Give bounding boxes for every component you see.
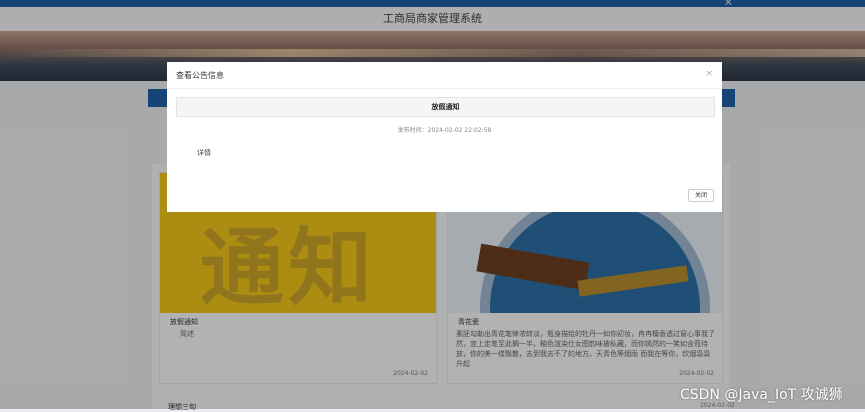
close-button[interactable]: 关闭 [688,189,714,202]
notice-detail: 详情 [197,149,211,157]
dialog-title: 查看公告信息 [176,71,224,80]
notice-title: 放假通知 [176,97,715,117]
close-icon[interactable]: × [705,69,713,79]
announcement-dialog: 查看公告信息 × 放假通知 发布时间：2024-02-02 22:02:58 详… [167,62,722,212]
watermark: CSDN @Java_IoT 攻诚狮 [680,387,843,403]
publish-time: 发布时间：2024-02-02 22:02:58 [397,127,492,134]
dialog-header: 查看公告信息 × [167,62,722,89]
